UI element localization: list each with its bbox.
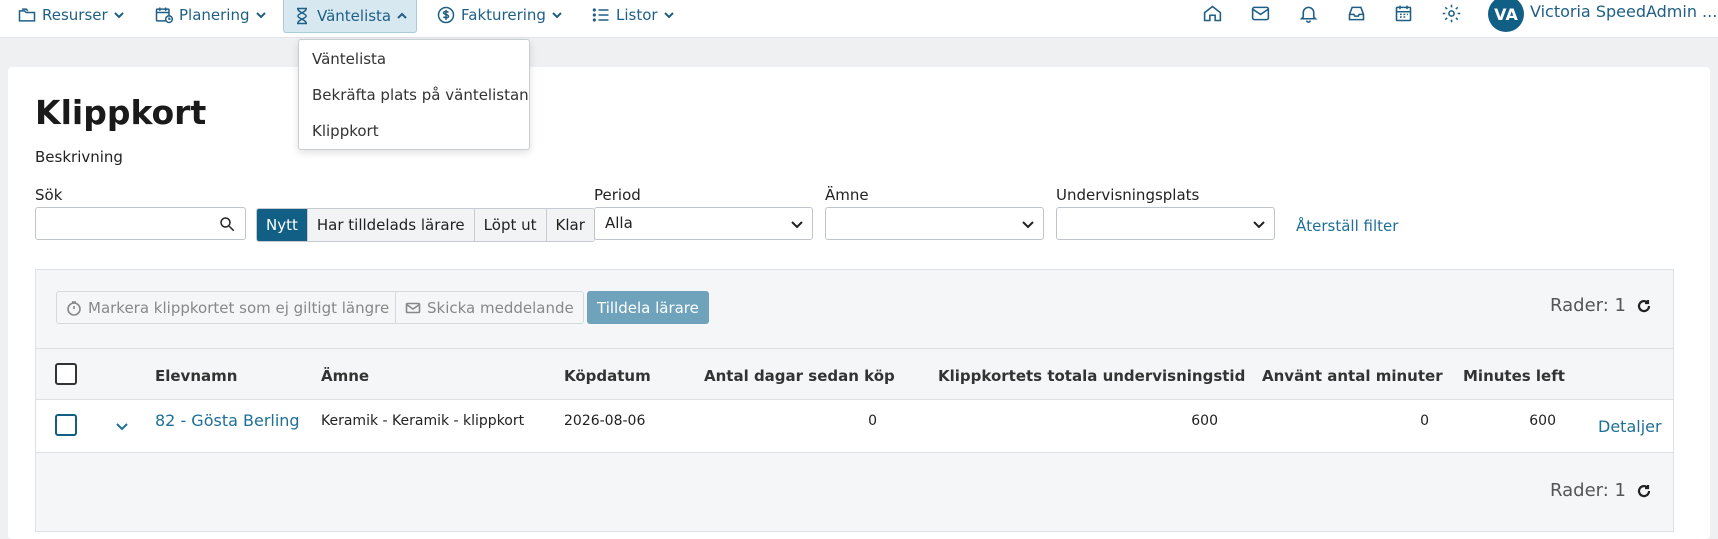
bell-icon[interactable] [1295,0,1321,26]
assign-teacher-button[interactable]: Tilldela lärare [587,291,709,324]
col-used-minutes[interactable]: Använt antal minuter [1262,367,1443,385]
refresh-icon[interactable] [1636,483,1652,499]
status-assigned-button[interactable]: Har tilldelads lärare [306,209,474,241]
rows-count-top: Rader: 1 [1550,295,1652,316]
chevron-down-icon [552,12,562,19]
status-done-button[interactable]: Klar [545,209,594,241]
chevron-up-icon [397,12,407,19]
calendar-clock-icon [155,7,174,24]
search-icon[interactable] [218,215,236,233]
col-total-time[interactable]: Klippkortets totala undervisningstid [938,367,1245,385]
page-description: Beskrivning [35,148,123,166]
col-minutes-left[interactable]: Minutes left [1463,367,1565,385]
page-title: Klippkort [35,93,207,132]
inbox-icon[interactable] [1343,0,1369,26]
nav-label: Resurser [42,6,108,24]
row-checkbox[interactable] [55,414,77,436]
search-label: Sök [35,186,63,204]
hourglass-icon [297,7,307,25]
refresh-icon[interactable] [1636,298,1652,314]
location-label: Undervisningsplats [1056,186,1200,204]
avatar[interactable]: VA [1488,0,1524,32]
chevron-down-icon [791,221,803,229]
chevron-down-icon [663,12,674,19]
chevron-down-icon [113,12,124,19]
status-filter-group: Nytt Har tilldelads lärare Löpt ut Klar [256,208,595,242]
button-label: Skicka meddelande [427,298,574,317]
nav-label: Fakturering [461,6,546,24]
cell-minutes-left: 600 [1529,413,1556,429]
home-icon[interactable] [1199,0,1225,26]
chevron-down-icon [1253,221,1265,229]
rows-count-label: Rader: 1 [1550,295,1626,316]
button-label: Markera klippkortet som ej giltigt längr… [88,298,390,317]
cell-subject: Keramik - Keramik - klippkort [321,413,525,429]
details-link[interactable]: Detaljer [1598,417,1662,436]
timer-icon [67,300,81,316]
calendar-icon[interactable] [1390,0,1416,26]
col-days-since[interactable]: Antal dagar sedan köp [704,367,895,385]
search-input[interactable] [35,207,246,240]
chevron-down-icon [1022,221,1034,229]
mark-invalid-button[interactable]: Markera klippkortet som ej giltigt längr… [56,291,400,324]
rows-count-label: Rader: 1 [1550,480,1626,501]
status-expired-button[interactable]: Löpt ut [473,209,546,241]
nav-vantelista[interactable]: Väntelista [283,0,418,33]
nav-resurser[interactable]: Resurser [17,0,125,30]
cell-purchase-date: 2026-08-06 [564,413,646,429]
top-navigation: Resurser Planering Väntelista Fakturerin… [0,0,1718,38]
period-label: Period [594,186,641,204]
rows-count-bottom: Rader: 1 [1550,480,1652,501]
user-name[interactable]: Victoria SpeedAdmin ... [1530,2,1717,21]
nav-fakturering[interactable]: Fakturering [436,0,563,30]
col-purchase-date[interactable]: Köpdatum [564,367,651,385]
select-all-checkbox[interactable] [55,363,77,385]
chevron-down-icon [255,12,266,19]
list-icon [592,8,609,22]
menu-item-confirm-place[interactable]: Bekräfta plats på väntelistan [312,86,529,104]
subject-label: Ämne [825,186,869,204]
menu-item-klippkort[interactable]: Klippkort [312,122,379,140]
cell-days-since: 0 [868,413,877,429]
col-student-name[interactable]: Elevnamn [155,367,237,385]
expand-chevron-icon[interactable] [115,419,129,433]
send-message-button[interactable]: Skicka meddelande [395,291,584,324]
nav-label: Väntelista [317,7,392,25]
cell-used-minutes: 0 [1420,413,1429,429]
col-subject[interactable]: Ämne [321,367,369,385]
dollar-circle-icon [437,6,455,24]
vantelista-dropdown-menu: Väntelista Bekräfta plats på väntelistan… [298,39,530,150]
cell-total-time: 600 [1191,413,1218,429]
gear-icon[interactable] [1438,0,1464,26]
nav-listor[interactable]: Listor [591,0,675,30]
mail-icon[interactable] [1247,0,1273,26]
status-new-button[interactable]: Nytt [257,209,307,241]
period-value: Alla [605,214,633,232]
mail-icon [405,302,421,313]
nav-label: Listor [616,6,658,24]
student-name-link[interactable]: 82 - Gösta Berling [155,411,300,430]
subject-select[interactable] [825,207,1044,240]
folders-icon [18,8,36,22]
menu-item-vantelista[interactable]: Väntelista [312,50,386,68]
nav-label: Planering [179,6,250,24]
location-select[interactable] [1056,207,1275,240]
period-select[interactable]: Alla [594,207,813,240]
nav-planering[interactable]: Planering [154,0,267,30]
reset-filter-link[interactable]: Återställ filter [1296,217,1398,235]
